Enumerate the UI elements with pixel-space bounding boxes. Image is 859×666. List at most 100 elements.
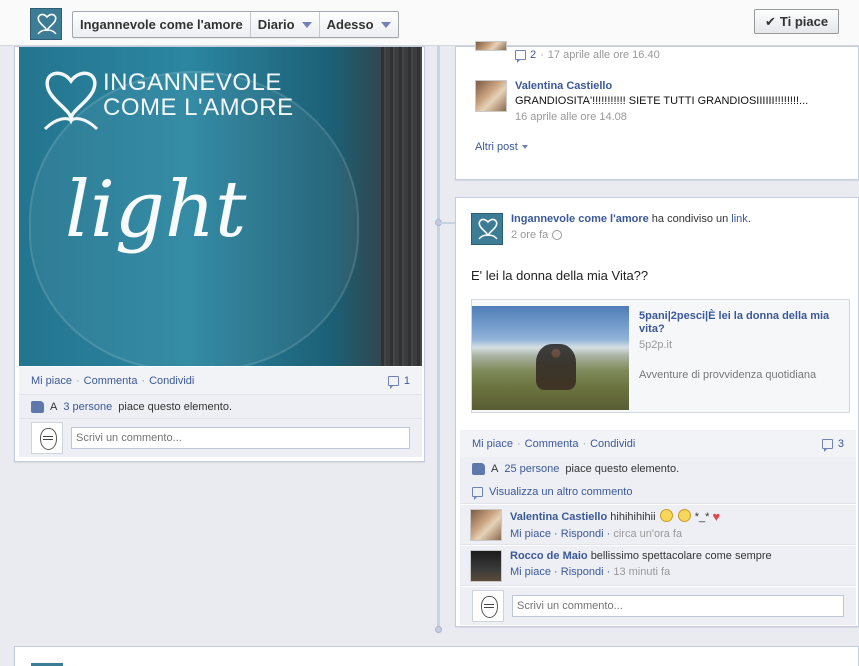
timeline-dropdown[interactable]: Diario [251, 12, 320, 37]
photo-post-card: INGANNEVOLE COME L'AMORE light Mi piace ·… [14, 46, 425, 462]
timeline-connector [440, 222, 455, 224]
post-actions: Mi piace · Commenta · Condividi 1 [19, 367, 422, 395]
comment-like-link[interactable]: Mi piace [510, 566, 551, 578]
chevron-down-icon [521, 145, 528, 149]
avatar[interactable] [470, 509, 502, 541]
author-name[interactable]: Valentina Castiello [515, 80, 808, 92]
link-preview[interactable]: 5pani|2pesci|È lei la donna della mia vi… [471, 299, 850, 413]
page-name-label: Ingannevole come l'amore [80, 17, 243, 32]
like-link[interactable]: Mi piace [472, 438, 513, 450]
avatar[interactable] [475, 80, 507, 112]
comment-link[interactable]: Commenta [84, 375, 138, 387]
thumbs-up-icon [31, 400, 44, 413]
comment-bubble-icon [472, 486, 483, 500]
post-header: Ingannevole come l'amore ha condiviso un… [471, 213, 751, 245]
chevron-down-icon [301, 22, 312, 28]
comment-count[interactable]: 2 [530, 49, 536, 61]
page-nav: Ingannevole come l'amore Diario Adesso [72, 11, 399, 38]
page-header-bar: Ingannevole come l'amore Diario Adesso ✔… [0, 0, 859, 46]
wood-texture [381, 47, 422, 366]
next-post-card [14, 646, 859, 666]
photo-script-text: light [65, 165, 247, 255]
share-link[interactable]: Condividi [590, 438, 635, 450]
more-posts-link[interactable]: Altri post [475, 141, 528, 153]
comment-item: Rocco de Maio bellissimo spettacolare co… [460, 546, 856, 586]
photo-brand-line1: INGANNEVOLE [103, 69, 282, 96]
avatar[interactable] [31, 422, 63, 454]
comment-count: 1 [403, 374, 410, 387]
likes-people-link[interactable]: 3 persone [63, 401, 112, 413]
comment-text-extra: *_* [694, 511, 710, 523]
like-page-button[interactable]: ✔ Ti piace [754, 9, 840, 34]
comment-bubble-icon [821, 438, 833, 452]
comment-item: Valentina Castiello hihihihihii *_* ♥ Mi… [460, 505, 856, 545]
commenter-name[interactable]: Rocco de Maio [510, 550, 588, 562]
comment-link[interactable]: Commenta [525, 438, 579, 450]
comment-bubble-icon [515, 50, 526, 63]
photo-brand-line2: COME L'AMORE [103, 94, 294, 121]
preview-people [536, 344, 576, 390]
post-time[interactable]: 2 ore fa [511, 229, 548, 241]
comment-input[interactable] [71, 427, 410, 449]
comment-text: hihihihihii [610, 511, 656, 523]
shared-prefix: ha condiviso un [651, 213, 729, 225]
likes-summary: A 25 persone piace questo elemento. [460, 457, 856, 481]
share-link[interactable]: Condividi [149, 375, 194, 387]
more-posts-label: Altri post [475, 141, 518, 153]
comment-bubble-icon [387, 375, 399, 389]
timeline-spine [437, 46, 440, 630]
likes-prefix: A [50, 400, 58, 413]
author-name[interactable]: Ingannevole come l'amore [511, 213, 649, 225]
post-time[interactable]: 17 aprile alle ore 16.40 [548, 49, 660, 61]
shared-link-post-card: Ingannevole come l'amore ha condiviso un… [455, 197, 859, 627]
link-preview-description: Avventure di provvidenza quotidiana [639, 369, 817, 381]
avatar[interactable] [475, 41, 507, 51]
comment-composer [19, 419, 422, 457]
emoji-face-icon [677, 509, 691, 522]
globe-icon [552, 230, 563, 240]
comment-count-badge[interactable]: 1 [387, 374, 410, 389]
avatar[interactable] [472, 590, 504, 622]
post-actions: Mi piace · Commenta · Condividi 3 [460, 430, 856, 458]
avatar[interactable] [471, 213, 503, 245]
comment-count-badge[interactable]: 3 [821, 437, 844, 452]
comment-count: 3 [837, 437, 844, 450]
like-link[interactable]: Mi piace [31, 375, 72, 387]
link-preview-domain: 5p2p.it [639, 339, 673, 351]
comment-input[interactable] [512, 595, 844, 617]
post-photo[interactable]: INGANNEVOLE COME L'AMORE light [19, 47, 422, 366]
recent-posts-card: 2 · 17 aprile alle ore 16.40 Valentina C… [455, 41, 859, 180]
avatar[interactable] [470, 550, 502, 582]
likes-people-link[interactable]: 25 persone [504, 463, 559, 475]
comment-composer [460, 587, 856, 625]
view-more-comments[interactable]: Visualizza un altro commento [460, 480, 856, 504]
page-name-button[interactable]: Ingannevole come l'amore [73, 12, 251, 37]
link-preview-image[interactable] [472, 306, 629, 410]
recent-post-item: Valentina Castiello GRANDIOSITA'!!!!!!!!… [475, 80, 808, 123]
commenter-name[interactable]: Valentina Castiello [510, 511, 607, 523]
view-more-comments-link[interactable]: Visualizza un altro commento [489, 486, 632, 498]
checkmark-icon: ✔ [765, 13, 776, 29]
comment-time[interactable]: 13 minuti fa [613, 566, 670, 578]
recent-post-item: 2 · 17 aprile alle ore 16.40 [475, 41, 660, 63]
emoji-smile-icon [659, 509, 673, 522]
shared-link[interactable]: link [731, 213, 748, 225]
thumbs-up-icon [472, 462, 485, 475]
date-dropdown[interactable]: Adesso [320, 12, 398, 37]
likes-summary: A 3 persone piace questo elemento. [19, 395, 422, 419]
chevron-down-icon [380, 22, 391, 28]
comment-like-link[interactable]: Mi piace [510, 528, 551, 540]
comment-reply-link[interactable]: Rispondi [561, 566, 604, 578]
likes-prefix: A [491, 462, 499, 475]
page-logo-icon[interactable] [30, 8, 62, 40]
date-label: Adesso [326, 17, 374, 32]
like-page-label: Ti piace [779, 14, 829, 29]
likes-suffix: piace questo elemento. [118, 400, 233, 413]
link-preview-title[interactable]: 5pani|2pesci|È lei la donna della mia vi… [639, 310, 845, 336]
comment-time[interactable]: circa un'ora fa [613, 528, 682, 540]
post-time[interactable]: 16 aprile alle ore 14.08 [515, 111, 808, 123]
post-text: GRANDIOSITA'!!!!!!!!!!! SIETE TUTTI GRAN… [515, 95, 809, 107]
comment-text: bellissimo spettacolare come sempre [590, 550, 772, 562]
comment-reply-link[interactable]: Rispondi [561, 528, 604, 540]
timeline-dot-icon [435, 626, 442, 633]
